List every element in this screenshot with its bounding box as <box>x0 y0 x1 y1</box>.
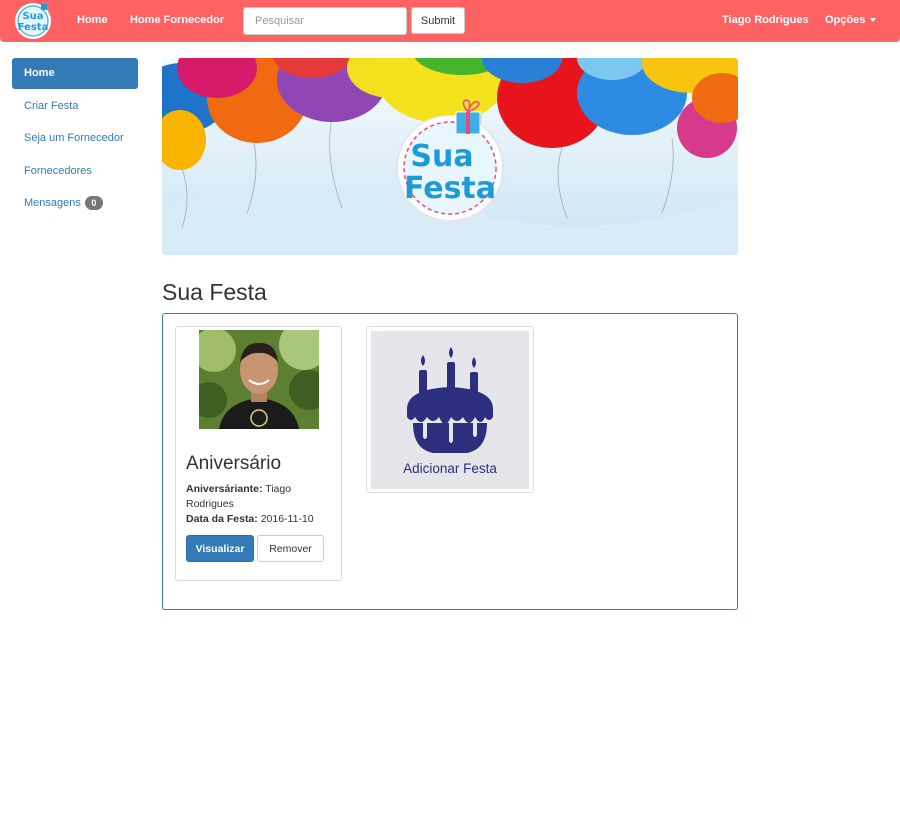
options-dropdown[interactable]: Opções <box>825 14 877 26</box>
sidebar-item-mensagens[interactable]: Mensagens 0 <box>12 188 138 219</box>
sidebar-item-home[interactable]: Home <box>12 58 138 89</box>
party-date-value: 2016-11-10 <box>260 513 314 525</box>
options-label: Opções <box>825 14 866 26</box>
svg-text:Festa: Festa <box>18 22 49 33</box>
party-card: Aniversário Aniversáriante: Tiago Rodrig… <box>175 320 342 581</box>
birthday-person-label: Aniversáriante: <box>186 483 263 495</box>
party-photo <box>191 320 329 429</box>
add-party-label: Adicionar Festa <box>403 461 497 476</box>
party-details: Aniversáriante: Tiago Rodrigues Data da … <box>186 482 326 527</box>
hero-banner: Sua Festa <box>162 58 738 255</box>
svg-text:Sua: Sua <box>410 139 473 174</box>
nav-home-fornecedor-link[interactable]: Home Fornecedor <box>130 14 224 26</box>
sidebar-item-criar-festa[interactable]: Criar Festa <box>12 91 138 122</box>
sidebar-item-label: Fornecedores <box>24 164 92 177</box>
birthday-person-row: Aniversáriante: Tiago Rodrigues <box>186 482 326 512</box>
svg-text:Festa: Festa <box>404 171 496 206</box>
party-date-label: Data da Festa: <box>186 513 258 525</box>
add-party-tile: Adicionar Festa <box>371 331 529 489</box>
view-party-button[interactable]: Visualizar <box>186 535 254 562</box>
top-navbar: Sua Festa Home Home Fornecedor Submit Ti… <box>0 0 900 42</box>
party-card-title: Aniversário <box>186 453 282 474</box>
sidebar-item-fornecedores[interactable]: Fornecedores <box>12 156 138 187</box>
sidebar-item-label: Home <box>24 67 55 79</box>
sidebar-item-label: Seja um Fornecedor <box>24 132 124 144</box>
brand-logo[interactable]: Sua Festa <box>12 2 54 40</box>
sidebar-item-label: Mensagens <box>24 197 81 209</box>
add-party-card[interactable]: Adicionar Festa <box>366 326 534 493</box>
balloons-banner-image: Sua Festa <box>162 58 738 255</box>
submit-button[interactable]: Submit <box>411 7 465 34</box>
caret-down-icon <box>870 18 877 23</box>
page-title: Sua Festa <box>162 279 267 305</box>
svg-text:Sua: Sua <box>22 11 43 22</box>
party-date-row: Data da Festa: 2016-11-10 <box>186 512 326 527</box>
sidebar-nav: Home Criar Festa Seja um Fornecedor Forn… <box>12 58 138 221</box>
search-input[interactable] <box>243 7 407 35</box>
sidebar-item-seja-fornecedor[interactable]: Seja um Fornecedor <box>12 123 138 154</box>
birthday-cake-icon <box>407 347 493 453</box>
sidebar-item-label: Criar Festa <box>24 99 79 112</box>
user-name-link[interactable]: Tiago Rodrigues <box>722 14 809 26</box>
remove-party-button[interactable]: Remover <box>257 535 324 562</box>
message-count-badge: 0 <box>84 196 103 211</box>
nav-home-link[interactable]: Home <box>77 14 108 26</box>
